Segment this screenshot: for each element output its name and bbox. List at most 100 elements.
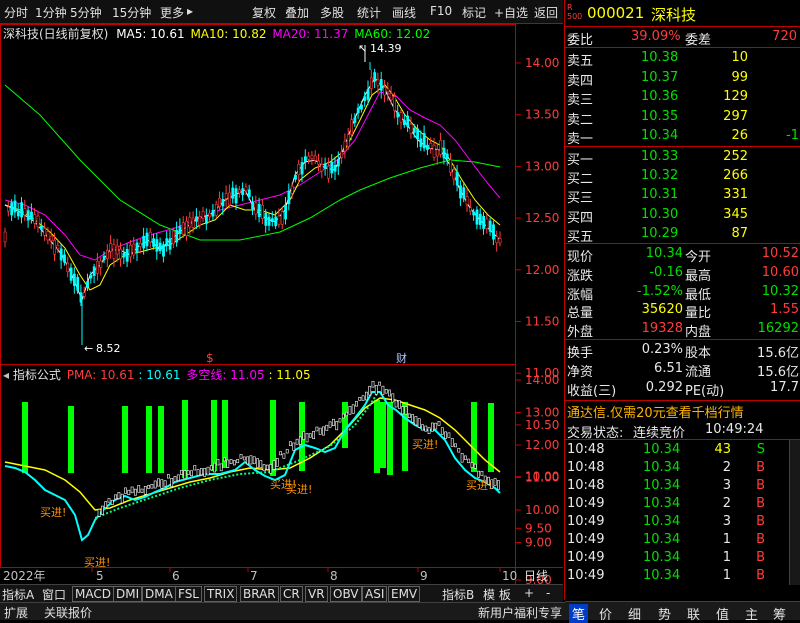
candle (402, 119, 406, 126)
indicator-title[interactable]: 指标公式 (13, 368, 61, 382)
mark-button[interactable]: 标记 (462, 4, 486, 21)
tab-price[interactable]: 价 (599, 604, 612, 623)
y-tick-label: 9.00 (525, 536, 552, 550)
tab-5min[interactable]: 5分钟 (70, 4, 102, 21)
candle (290, 185, 294, 194)
candle (185, 220, 189, 237)
candle (257, 204, 261, 218)
tab-fsl[interactable]: FSL (175, 586, 202, 602)
indicator-candle (454, 443, 457, 448)
quote-stat-row: 现价 10.34 今开 10.52 (567, 246, 799, 265)
candle (112, 244, 116, 259)
candle (211, 210, 215, 217)
finance-report-marker-icon[interactable]: 财 (396, 351, 407, 365)
ticks-scrollbar[interactable] (789, 440, 800, 585)
f10-button[interactable]: F10 (430, 4, 452, 18)
tab-more[interactable]: 更多 (160, 4, 184, 21)
buy-row: 买二 10.32 266 (567, 168, 748, 188)
tab-detail[interactable]: 细 (628, 604, 641, 623)
x-axis-label-jul: 7 (250, 569, 258, 583)
tab-linked[interactable]: 联 (687, 604, 700, 623)
more-arrow-icon[interactable]: ▸ (187, 4, 193, 18)
x-axis-label-sep: 9 (420, 569, 428, 583)
candle (346, 134, 350, 147)
indicator-candle (206, 466, 210, 476)
expand-button[interactable]: 扩展 (4, 604, 28, 621)
indicator-candle (157, 478, 160, 487)
signal-bar (374, 400, 380, 473)
tab-intraday[interactable]: 分时 (4, 4, 28, 21)
tab-dma[interactable]: DMA (142, 586, 176, 602)
indicator-candle (401, 406, 405, 415)
candle (96, 261, 99, 274)
stats-button[interactable]: 统计 (357, 4, 381, 21)
zoom-out-button[interactable]: - (546, 586, 550, 602)
signal-bar (387, 402, 393, 475)
tab-trix[interactable]: TRIX (204, 586, 238, 602)
buy-signal-label: 买进! (84, 556, 110, 569)
y-tick-label: 10.00 (525, 503, 559, 517)
indicator-candle (183, 470, 187, 480)
quote-stat-row: 涨幅 -1.52% 最低 10.32 (567, 283, 799, 303)
candle (221, 199, 225, 207)
tab-1min[interactable]: 1分钟 (35, 4, 67, 21)
add-favorite-button[interactable]: +自选 (494, 4, 528, 21)
tab-15min[interactable]: 15分钟 (112, 4, 151, 21)
ad-banner[interactable]: 通达信.仅需20元查看千档行情 (565, 401, 800, 421)
tab-obv[interactable]: OBV (330, 586, 362, 602)
tab-chips[interactable]: 筹 (773, 604, 786, 623)
zoom-in-button[interactable]: + (524, 586, 534, 602)
buy-signal-label: 买进! (466, 479, 492, 492)
tab-vr[interactable]: VR (305, 586, 328, 602)
overlay-button[interactable]: 叠加 (285, 4, 309, 21)
tab-emv[interactable]: EMV (388, 586, 421, 602)
candle (327, 165, 330, 179)
tab-indicator-a[interactable]: 指标A (2, 586, 34, 602)
signal-bar (158, 406, 164, 473)
tick-row: 10:49 10.34 1 B (567, 568, 765, 583)
y-tick-label: 10.50 (525, 418, 559, 432)
tab-template[interactable]: 模 板 (483, 586, 511, 602)
indicator-expand-icon[interactable]: ◂ (3, 368, 9, 382)
tab-dmi[interactable]: DMI (113, 586, 143, 602)
indicator-candle (229, 459, 233, 464)
tab-value[interactable]: 值 (716, 604, 729, 623)
tab-main[interactable]: 主 (745, 604, 758, 623)
tab-window[interactable]: 窗口 (42, 586, 66, 602)
tab-cr[interactable]: CR (280, 586, 303, 602)
buy-volume: 266 (723, 168, 748, 184)
indicator-candle (196, 469, 200, 476)
tab-brar[interactable]: BRAR (240, 586, 279, 602)
signal-bar (22, 402, 28, 473)
candle (122, 252, 126, 258)
multi-stock-button[interactable]: 多股 (320, 4, 344, 21)
indicator-candle (328, 421, 332, 428)
tick-row: 10:48 10.34 2 B (567, 460, 765, 475)
tick-row: 10:49 10.34 1 B (567, 550, 765, 565)
back-button[interactable]: 返回 (534, 4, 558, 21)
candle (300, 162, 304, 175)
tab-indicator-b[interactable]: 指标B (442, 586, 474, 602)
draw-line-button[interactable]: 画线 (392, 4, 416, 21)
period-daily[interactable]: 日线 (524, 569, 548, 583)
indicator-candle (209, 465, 213, 471)
tab-macd[interactable]: MACD (72, 586, 114, 602)
related-quotes-button[interactable]: 关联报价 (44, 604, 92, 621)
tab-asi[interactable]: ASI (362, 586, 388, 602)
candle (244, 186, 248, 192)
main-chart-frame (0, 24, 516, 365)
dividend-marker-icon[interactable]: $ (206, 351, 214, 365)
indicator-candle (256, 458, 259, 468)
candle (495, 236, 499, 244)
buy-price: 10.29 (641, 225, 679, 241)
buy-row: 买四 10.30 345 (567, 206, 748, 226)
chart-area[interactable]: 14.00 13.50 13.00 12.50 12.00 11.50 11.00 10.50… (0, 24, 563, 587)
tab-trend[interactable]: 势 (658, 604, 671, 623)
candle (284, 204, 288, 220)
new-user-promo[interactable]: 新用户福利专享 (478, 604, 562, 621)
adjust-button[interactable]: 复权 (252, 4, 276, 21)
indicator-candle (223, 457, 226, 462)
indicator-candle (153, 480, 157, 489)
ma20-label: MA20: 11.37 (272, 27, 349, 41)
tab-trades[interactable]: 笔 (569, 604, 589, 623)
